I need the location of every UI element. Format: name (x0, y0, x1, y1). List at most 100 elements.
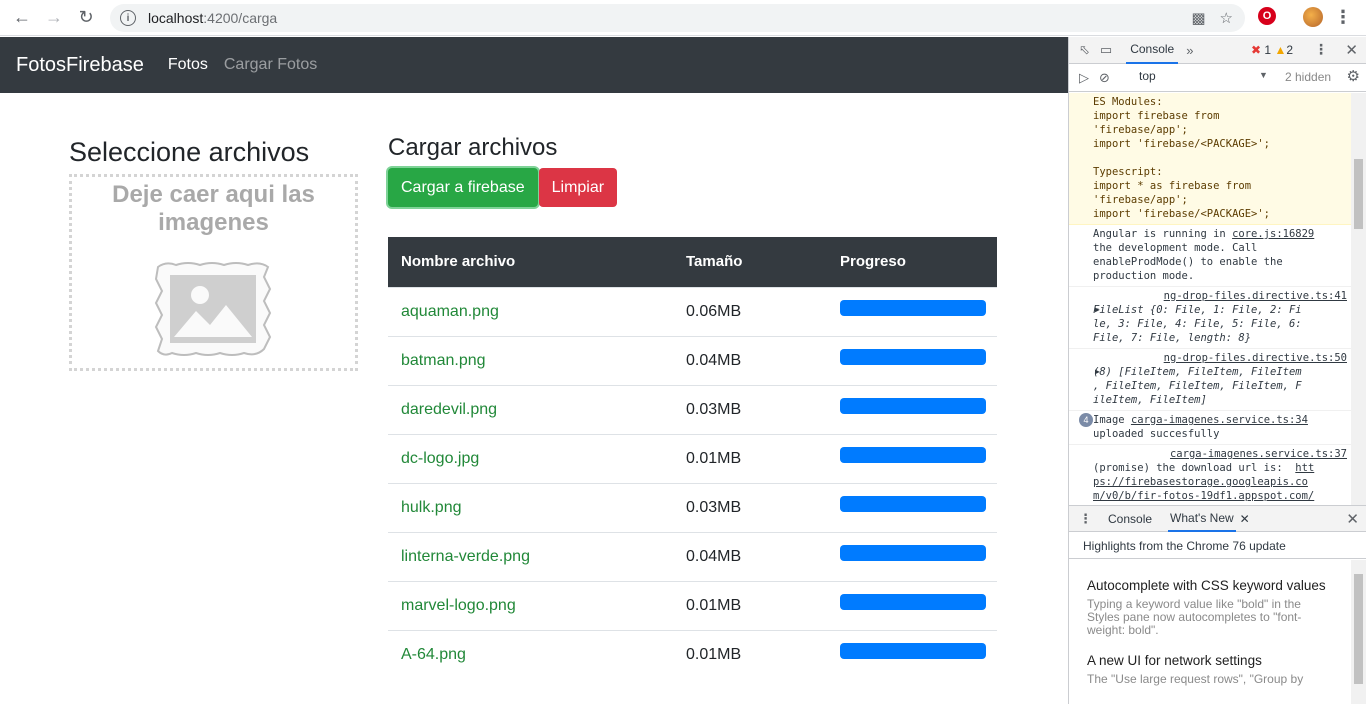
select-files-title: Seleccione archivos (69, 137, 310, 167)
file-progress-cell (827, 531, 997, 581)
file-name: daredevil.png (388, 384, 673, 434)
whats-new-item-title[interactable]: Autocomplete with CSS keyword values (1087, 574, 1335, 598)
app-viewport: FotosFirebase Fotos Cargar Fotos Selecci… (0, 37, 1068, 704)
table-row: A-64.png 0.01MB (388, 629, 997, 679)
chevron-down-icon[interactable]: ▼ (1259, 70, 1268, 80)
url-host: localhost (148, 10, 204, 26)
table-row: daredevil.png 0.03MB (388, 384, 997, 434)
console-scroll-thumb[interactable] (1354, 159, 1363, 229)
back-icon[interactable]: ← (6, 2, 38, 34)
navbar-brand[interactable]: FotosFirebase (16, 54, 144, 77)
devtools-panel: ⬁ ▭ Console » ✖ 1 ▲2 ⋮ ✕ ▷ ⊘ top ▼ 2 hid… (1068, 37, 1366, 704)
file-progress-cell (827, 384, 997, 434)
close-drawer-icon[interactable]: ✕ (1346, 510, 1359, 528)
log-text: Angular is running in (1093, 228, 1233, 240)
console-toolbar: ▷ ⊘ top ▼ 2 hidden ⚙ (1069, 64, 1366, 92)
source-link[interactable]: core.js:16829 (1232, 228, 1314, 240)
opera-extension-icon[interactable]: O (1258, 7, 1276, 25)
tab-console[interactable]: Console (1126, 36, 1179, 64)
source-link[interactable]: ng-drop-files.directive.ts:50 (1093, 351, 1347, 365)
info-icon[interactable]: i (120, 10, 136, 26)
context-selector[interactable]: top (1139, 69, 1271, 83)
log-text: the development mode. Call enableProdMod… (1093, 242, 1283, 282)
console-log-filelist: ng-drop-files.directive.ts:41 ▶ FileList {… (1069, 287, 1351, 349)
upload-to-firebase-button[interactable]: Cargar a firebase (388, 168, 538, 207)
file-name: batman.png (388, 335, 673, 385)
clear-console-icon[interactable]: ⊘ (1099, 70, 1110, 86)
more-tabs-icon[interactable]: » (1186, 43, 1193, 58)
whats-new-item-body: The "Use large request rows", "Group by (1087, 672, 1304, 686)
console-log-download-url: carga-imagenes.service.ts:37 (promise) th… (1069, 445, 1351, 505)
file-progress-cell (827, 629, 997, 679)
drop-zone[interactable]: Deje caer aqui las imagenes (69, 174, 358, 371)
file-name: dc-logo.jpg (388, 433, 673, 483)
column-header-progress: Progreso (840, 253, 906, 271)
console-log-angular: Angular is running in core.js:16829 the … (1069, 225, 1351, 287)
expand-triangle-icon[interactable]: ▶ (1095, 365, 1100, 379)
progress-bar-fill (840, 446, 986, 463)
hidden-count[interactable]: 2 hidden (1285, 70, 1331, 84)
whats-new-item-title[interactable]: A new UI for network settings (1087, 649, 1335, 673)
address-bar[interactable]: i localhost:4200/carga ▩ ☆ (110, 4, 1245, 32)
files-table: Nombre archivo Tamaño Progreso aquaman.p… (388, 237, 997, 679)
progress-bar-fill (840, 495, 986, 512)
table-row: dc-logo.jpg 0.01MB (388, 433, 997, 483)
translate-icon[interactable]: ▩ (1191, 9, 1205, 27)
source-link[interactable]: ng-drop-files.directive.ts:41 (1093, 289, 1347, 303)
drawer-tab-console[interactable]: Console (1106, 507, 1154, 531)
console-settings-icon[interactable]: ⚙ (1347, 67, 1360, 85)
close-tab-icon[interactable]: ✕ (1240, 512, 1250, 526)
clear-button[interactable]: Limpiar (538, 168, 618, 207)
repeat-count-badge: 4 (1079, 413, 1093, 427)
progress-bar (840, 397, 986, 414)
file-progress-cell (827, 433, 997, 483)
whats-new-scrollbar[interactable] (1351, 560, 1366, 704)
log-object[interactable]: FileList {0: File, 1: File, 2: Fi le, 3:… (1093, 304, 1302, 344)
select-files-section: Seleccione archivos Deje caer aqui las i… (69, 137, 359, 371)
reload-icon[interactable]: ↻ (70, 2, 102, 34)
file-name: linterna-verde.png (388, 531, 673, 581)
file-name: marvel-logo.png (388, 580, 673, 630)
progress-bar (840, 348, 986, 365)
browser-menu-icon[interactable]: ⋮ (1334, 7, 1352, 27)
expand-triangle-icon[interactable]: ▶ (1095, 303, 1100, 317)
drop-zone-text: Deje caer aqui las imagenes (112, 181, 315, 236)
error-icon: ✖ (1251, 43, 1262, 57)
whats-new-scroll-thumb[interactable] (1354, 574, 1363, 684)
progress-bar (840, 495, 986, 512)
nav-link-cargar-fotos[interactable]: Cargar Fotos (224, 56, 317, 74)
drawer-tab-whats-new[interactable]: What's New (1168, 506, 1236, 532)
url-path: :4200/carga (203, 10, 278, 26)
progress-bar (840, 446, 986, 463)
column-header-name: Nombre archivo (401, 253, 516, 271)
browser-toolbar: ← → ↻ i localhost:4200/carga ▩ ☆ O ⋮ (0, 0, 1366, 36)
device-toolbar-icon[interactable]: ▭ (1100, 42, 1112, 58)
error-warning-counter[interactable]: ✖ 1 ▲2 (1251, 43, 1293, 57)
table-row: aquaman.png 0.06MB (388, 286, 997, 336)
log-text: (promise) the download url is: (1093, 462, 1296, 474)
log-object[interactable]: (8) [FileItem, FileItem, FileItem , File… (1093, 366, 1302, 406)
file-size: 0.04MB (673, 335, 827, 385)
inspect-element-icon[interactable]: ⬁ (1079, 42, 1090, 58)
source-link[interactable]: carga-imagenes.service.ts:37 (1093, 447, 1347, 461)
source-link[interactable]: carga-imagenes.service.ts:34 (1131, 414, 1308, 426)
bookmark-star-icon[interactable]: ☆ (1220, 9, 1233, 27)
sidebar-toggle-icon[interactable]: ▷ (1079, 70, 1089, 86)
whats-new-item-body: Typing a keyword value like "bold" in th… (1087, 597, 1302, 637)
file-progress-cell (827, 580, 997, 630)
profile-avatar[interactable] (1303, 7, 1323, 27)
whats-new-header: Highlights from the Chrome 76 update (1069, 533, 1366, 559)
devtools-menu-icon[interactable]: ⋮ (1314, 41, 1328, 58)
file-name: aquaman.png (388, 286, 673, 336)
console-messages: ES Modules: import firebase from 'fireba… (1069, 93, 1351, 505)
drawer-menu-icon[interactable]: ⋮ (1079, 511, 1092, 527)
console-log-fileitems: ng-drop-files.directive.ts:50 ▶ (8) [FileI… (1069, 349, 1351, 411)
file-name: hulk.png (388, 482, 673, 532)
console-scrollbar[interactable] (1351, 93, 1366, 505)
table-row: marvel-logo.png 0.01MB (388, 580, 997, 630)
url-text[interactable]: localhost:4200/carga (148, 10, 277, 26)
forward-icon[interactable]: → (38, 2, 70, 34)
nav-link-fotos[interactable]: Fotos (168, 56, 208, 74)
close-devtools-icon[interactable]: ✕ (1345, 41, 1358, 59)
upload-section: Cargar archivos Cargar a firebase Limpia… (388, 134, 997, 679)
